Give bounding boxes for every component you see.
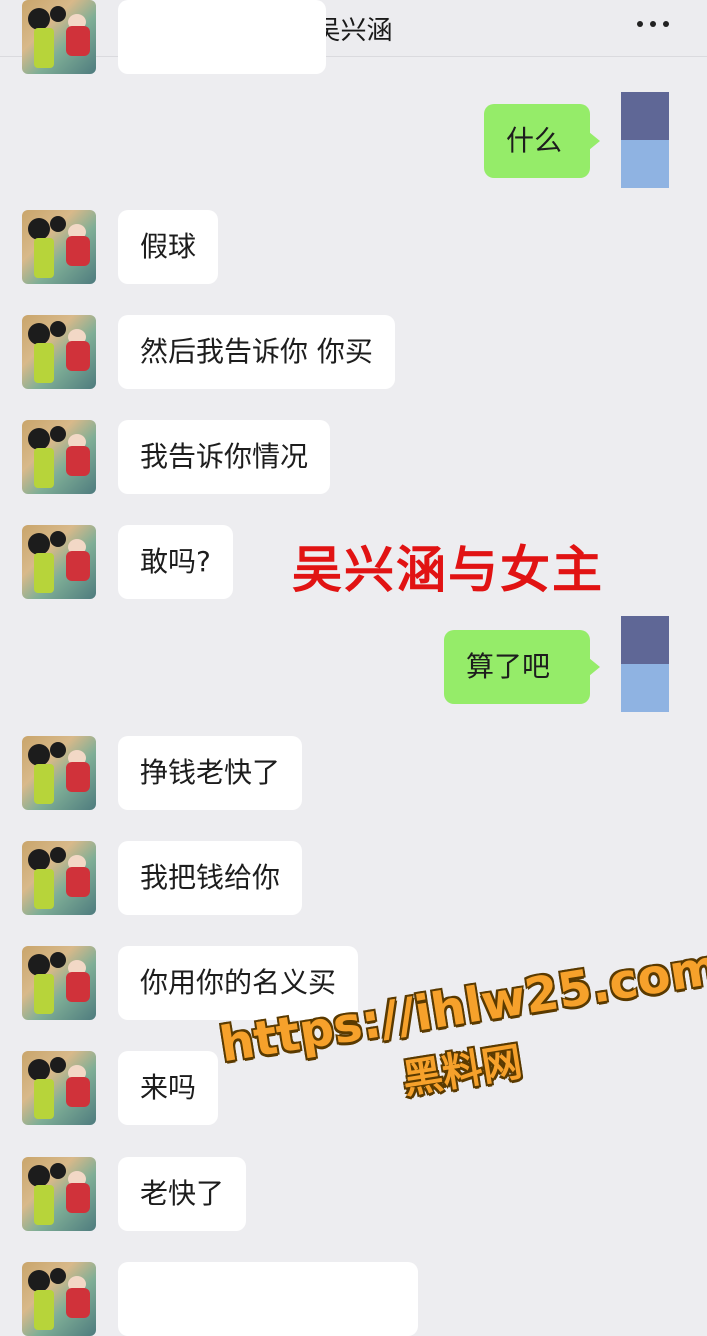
chat-header: 吴兴涵	[0, 0, 707, 57]
overlay-caption: 吴兴涵与女主	[292, 541, 604, 599]
message-bubble[interactable]: 来吗	[118, 1051, 219, 1125]
avatar[interactable]	[22, 946, 96, 1020]
message-bubble-self[interactable]: 算了吧	[444, 630, 600, 704]
message-bubble[interactable]	[118, 0, 326, 74]
message-bubble[interactable]: 老快了	[118, 1157, 247, 1231]
avatar[interactable]	[22, 1157, 96, 1231]
message-bubble[interactable]: 挣钱老快了	[118, 736, 303, 810]
message-bubble[interactable]	[118, 1262, 418, 1336]
message-bubble[interactable]: 敢吗?	[118, 525, 233, 599]
message-bubble[interactable]: 然后我告诉你 你买	[118, 315, 395, 389]
more-dots-icon[interactable]	[637, 18, 677, 30]
avatar[interactable]	[22, 736, 96, 810]
avatar[interactable]	[22, 1051, 96, 1125]
avatar[interactable]	[22, 420, 96, 494]
avatar-self[interactable]	[621, 92, 669, 188]
avatar-self[interactable]	[621, 616, 669, 712]
avatar[interactable]	[22, 1262, 96, 1336]
avatar[interactable]	[22, 525, 96, 599]
message-bubble[interactable]: 假球	[118, 210, 219, 284]
message-bubble[interactable]: 我告诉你情况	[118, 420, 331, 494]
message-bubble-self[interactable]: 什么	[484, 104, 600, 178]
avatar[interactable]	[22, 210, 96, 284]
avatar[interactable]	[22, 841, 96, 915]
avatar[interactable]	[22, 0, 96, 74]
message-bubble[interactable]: 我把钱给你	[118, 841, 303, 915]
chat-title: 吴兴涵	[314, 16, 393, 46]
avatar[interactable]	[22, 315, 96, 389]
